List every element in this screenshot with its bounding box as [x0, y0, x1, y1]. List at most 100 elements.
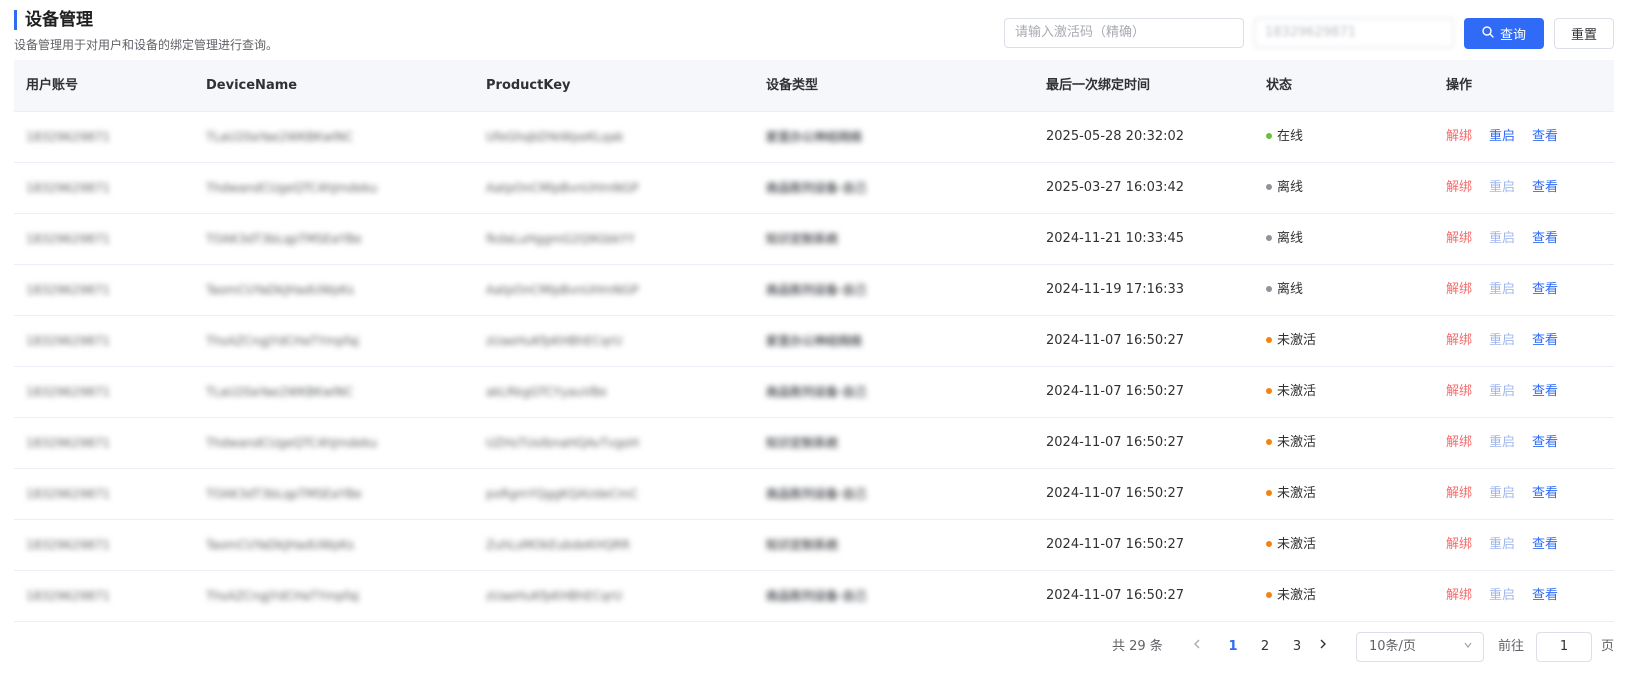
device-table: 用户账号 DeviceName ProductKey 设备类型 最后一次绑定时间… — [14, 60, 1614, 622]
cell-product-key: UfeGhqbDYeWpeKLqak — [486, 130, 624, 144]
unbind-button[interactable]: 解绑 — [1446, 469, 1472, 519]
status-label: 未激活 — [1277, 588, 1317, 603]
unbind-button[interactable]: 解绑 — [1446, 316, 1472, 366]
restart-button[interactable]: 重启 — [1489, 418, 1515, 468]
status-dot-icon — [1266, 540, 1272, 547]
page-title: 设备管理 — [25, 10, 93, 30]
table-row: 18329629871 ThsAZCngjYdCHaTYmpfaj zUaeHuKf… — [14, 571, 1614, 622]
view-button[interactable]: 查看 — [1532, 469, 1558, 519]
table-row: 18329629871 ThsAZCngjYdCHaTYmpfaj zUaeHuKf… — [14, 316, 1614, 367]
unbind-button[interactable]: 解绑 — [1446, 265, 1472, 315]
view-button[interactable]: 查看 — [1532, 265, 1558, 315]
search-icon — [1482, 25, 1494, 42]
cell-device-name: ThsAZCngjYdCHaTYmpfaj — [206, 334, 360, 348]
cell-device-type: 家里办公神经网络 — [766, 334, 863, 348]
unbind-button[interactable]: 解绑 — [1446, 163, 1472, 213]
cell-device-name: TaomCUYaDkJHadUWpKs — [206, 283, 355, 297]
page-2-button[interactable]: 2 — [1250, 632, 1280, 662]
view-button[interactable]: 查看 — [1532, 520, 1558, 570]
cell-account: 18329629871 — [26, 232, 110, 246]
cell-device-type: 商品陈列设备·自己 — [766, 589, 867, 603]
unbind-button[interactable]: 解绑 — [1446, 418, 1472, 468]
cell-last-bind-time: 2024-11-19 17:16:33 — [1046, 282, 1185, 297]
column-header-account: 用户账号 — [26, 78, 79, 93]
cell-status: 离线 — [1266, 265, 1303, 315]
unbind-button[interactable]: 解绑 — [1446, 520, 1472, 570]
account-input[interactable]: 18329629871 — [1254, 18, 1454, 48]
status-dot-icon — [1266, 438, 1272, 445]
cell-product-key: UZHsTUolbnaHQAvTvgoH — [486, 436, 639, 450]
view-button[interactable]: 查看 — [1532, 316, 1558, 366]
goto-page-input[interactable]: 1 — [1536, 632, 1592, 662]
view-button[interactable]: 查看 — [1532, 367, 1558, 417]
prev-page-button[interactable] — [1192, 632, 1202, 662]
restart-button[interactable]: 重启 — [1489, 112, 1515, 162]
view-button[interactable]: 查看 — [1532, 163, 1558, 213]
cell-last-bind-time: 2024-11-07 16:50:27 — [1046, 333, 1185, 348]
cell-device-type: 商品陈列设备·自己 — [766, 487, 867, 501]
restart-button[interactable]: 重启 — [1489, 163, 1515, 213]
table-row: 18329629871 TaomCUYaDkJHadUWpKs ZuhLsMOkEu… — [14, 520, 1614, 571]
cell-status: 在线 — [1266, 112, 1303, 162]
cell-actions: 解绑 重启 查看 — [1446, 316, 1558, 366]
cell-account: 18329629871 — [26, 436, 110, 450]
cell-device-type: 商品陈列设备·自己 — [766, 181, 867, 195]
cell-last-bind-time: 2024-11-07 16:50:27 — [1046, 537, 1185, 552]
cell-account: 18329629871 — [26, 181, 110, 195]
cell-account: 18329629871 — [26, 334, 110, 348]
cell-account: 18329629871 — [26, 538, 110, 552]
restart-button[interactable]: 重启 — [1489, 265, 1515, 315]
page-size-value: 10条/页 — [1369, 639, 1416, 654]
column-header-last-bind-time: 最后一次绑定时间 — [1046, 78, 1151, 93]
restart-button[interactable]: 重启 — [1489, 316, 1515, 366]
view-button[interactable]: 查看 — [1532, 571, 1558, 621]
cell-device-name: TOAK3dT3bLqpTMSEaYBe — [206, 232, 362, 246]
page-1-button[interactable]: 1 — [1218, 632, 1248, 662]
cell-account: 18329629871 — [26, 487, 110, 501]
unbind-button[interactable]: 解绑 — [1446, 571, 1472, 621]
restart-button[interactable]: 重启 — [1489, 214, 1515, 264]
cell-product-key: AatpOnCMlpBvnUHmNGP — [486, 181, 639, 195]
cell-device-name: ThdwandCUgeQTC4hJmdeku — [206, 181, 378, 195]
cell-actions: 解绑 重启 查看 — [1446, 265, 1558, 315]
cell-last-bind-time: 2024-11-21 10:33:45 — [1046, 231, 1185, 246]
table-header: 用户账号 DeviceName ProductKey 设备类型 最后一次绑定时间… — [14, 60, 1614, 112]
next-page-button[interactable] — [1318, 632, 1328, 662]
view-button[interactable]: 查看 — [1532, 112, 1558, 162]
column-header-status: 状态 — [1266, 78, 1293, 93]
table-row: 18329629871 TLaU20aYae2WKBKwlNC akLRkgGTCY… — [14, 367, 1614, 418]
page-3-button[interactable]: 3 — [1282, 632, 1312, 662]
restart-button[interactable]: 重启 — [1489, 520, 1515, 570]
cell-actions: 解绑 重启 查看 — [1446, 469, 1558, 519]
cell-account: 18329629871 — [26, 589, 110, 603]
reset-button[interactable]: 重置 — [1554, 18, 1614, 49]
cell-last-bind-time: 2024-11-07 16:50:27 — [1046, 435, 1185, 450]
table-body: 18329629871 TLaU20aYae2WKBKwlNC UfeGhqbDYe… — [14, 112, 1614, 622]
cell-status: 未激活 — [1266, 571, 1316, 621]
status-label: 离线 — [1277, 231, 1304, 246]
status-label: 未激活 — [1277, 435, 1317, 450]
status-dot-icon — [1266, 132, 1272, 139]
unbind-button[interactable]: 解绑 — [1446, 214, 1472, 264]
restart-button[interactable]: 重启 — [1489, 469, 1515, 519]
status-dot-icon — [1266, 183, 1272, 190]
cell-product-key: zUaeHuKfpKHBhECqrU — [486, 589, 623, 603]
cell-last-bind-time: 2025-05-28 20:32:02 — [1046, 129, 1185, 144]
unbind-button[interactable]: 解绑 — [1446, 112, 1472, 162]
cell-last-bind-time: 2025-03-27 16:03:42 — [1046, 180, 1185, 195]
restart-button[interactable]: 重启 — [1489, 367, 1515, 417]
activation-code-input[interactable]: 请输入激活码（精确） — [1004, 18, 1244, 48]
page-size-select[interactable]: 10条/页 — [1356, 632, 1484, 662]
table-row: 18329629871 ThdwandCUgeQTC4hJmdeku AatpOnC… — [14, 163, 1614, 214]
query-button[interactable]: 查询 — [1464, 18, 1544, 49]
view-button[interactable]: 查看 — [1532, 418, 1558, 468]
status-label: 在线 — [1277, 129, 1304, 144]
view-button[interactable]: 查看 — [1532, 214, 1558, 264]
chevron-left-icon — [1194, 639, 1200, 649]
status-dot-icon — [1266, 285, 1272, 292]
restart-button[interactable]: 重启 — [1489, 571, 1515, 621]
cell-device-type: 知识定制系统 — [766, 232, 839, 246]
status-label: 离线 — [1277, 180, 1304, 195]
unbind-button[interactable]: 解绑 — [1446, 367, 1472, 417]
column-header-device-type: 设备类型 — [766, 78, 819, 93]
